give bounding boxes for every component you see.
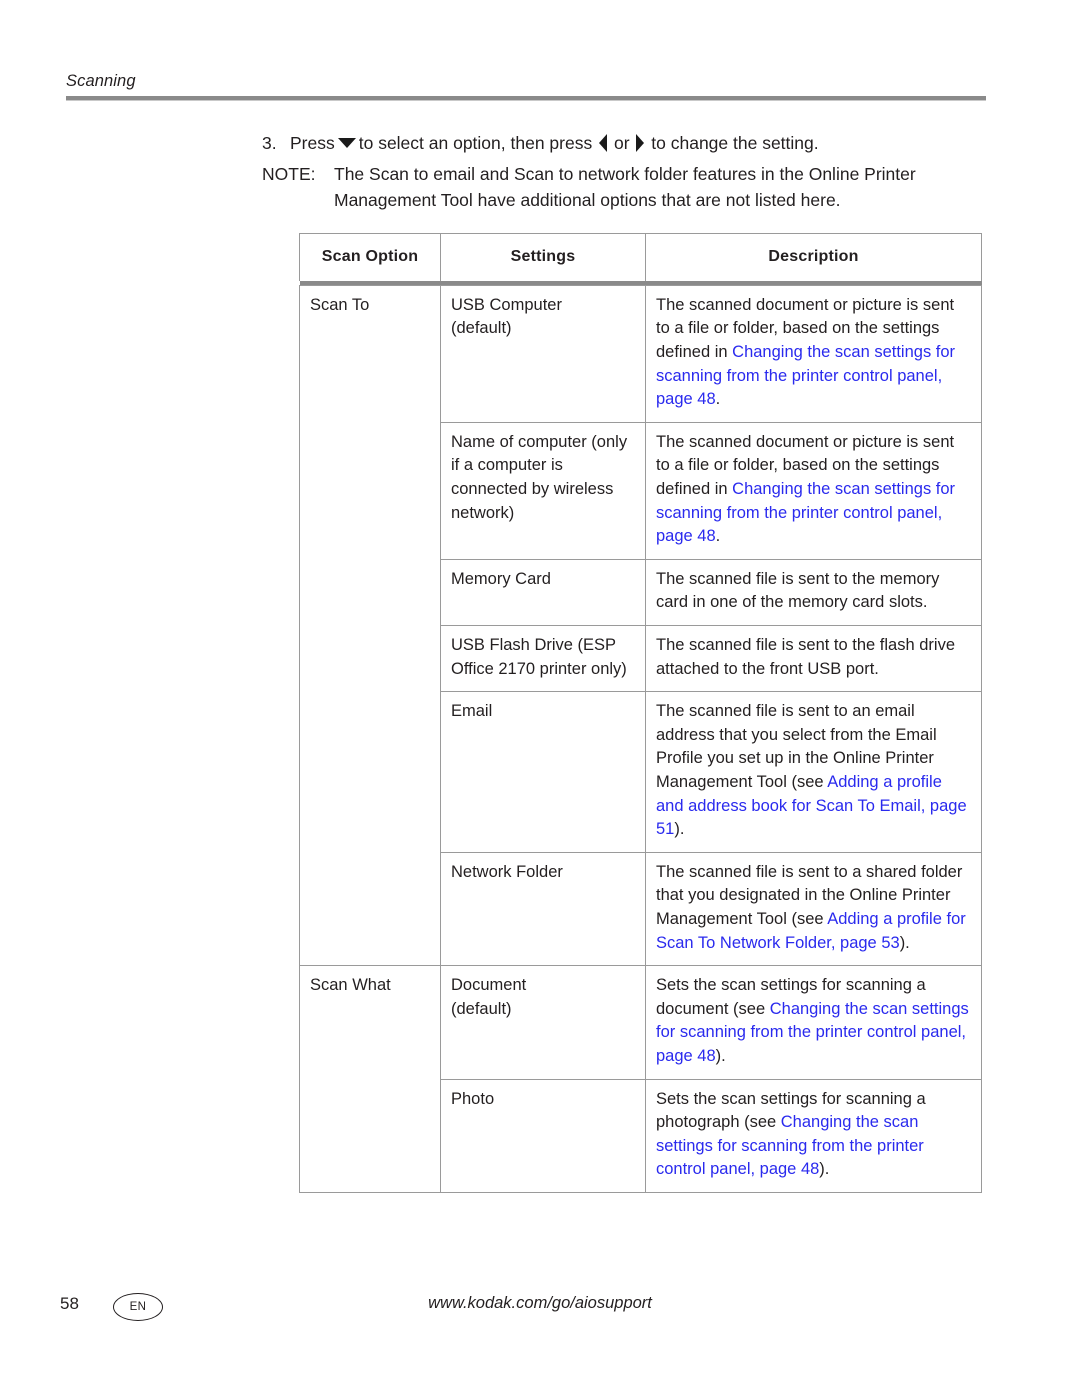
table-body: Scan To USB Computer (default) The scanned… [299,284,982,1193]
table-head: Scan Option Settings Description [299,232,982,286]
cell-setting: Email [440,691,646,853]
header-divider-rule [66,96,986,101]
cell-setting: Name of computer (only if a computer is … [440,421,646,560]
scan-options-table: Scan Option Settings Description Scan To… [299,232,982,1193]
description-text: The scanned file is sent to the memory c… [656,569,940,612]
cell-description: Sets the scan settings for scanning a ph… [645,1078,982,1193]
cell-setting: USB Flash Drive (ESP Office 2170 printer… [440,624,646,693]
cell-description: The scanned file is sent to the memory c… [645,558,982,627]
note-text: The Scan to email and Scan to network fo… [334,163,916,211]
step-number: 3. [262,133,277,153]
cell-scan-option: Scan What [299,965,441,1193]
note-line: NOTE: The Scan to email and Scan to netw… [262,161,992,214]
description-text: The scanned file is sent to the flash dr… [656,636,955,678]
description-text-tail: ). [715,1046,726,1065]
cell-setting: USB Computer (default) [440,284,646,423]
description-text-tail: ). [819,1160,830,1179]
step-3-line: 3. Press to select an option, then press … [262,130,992,157]
cell-setting: Memory Card [440,558,646,627]
cell-setting: Photo [440,1078,646,1193]
running-head-title: Scanning [66,72,136,90]
description-text-tail: ). [674,820,685,839]
support-url: www.kodak.com/go/aiosupport [428,1294,652,1312]
document-page: Scanning 3. Press to select an option, th… [0,0,1080,1397]
cell-description: The scanned file is sent to a shared fol… [645,851,982,967]
triangle-left-icon [599,134,608,152]
step-text: Press to select an option, then press or … [290,130,992,157]
cell-description: Sets the scan settings for scanning a do… [645,965,982,1080]
description-text-tail: . [715,390,721,409]
cell-description: The scanned document or picture is sent … [645,284,982,423]
cell-setting: Document (default) [440,965,646,1080]
triangle-down-icon [337,138,356,148]
triangle-right-icon [636,134,645,152]
step-text-middle: to select an option, then press [358,133,593,153]
table-row: Scan To USB Computer (default) The scanned… [299,284,982,967]
table-header-row: Scan Option Settings Description [299,232,982,281]
step-text-before: Press [290,133,335,153]
step-text-end: to change the setting. [651,133,819,153]
column-header-description: Description [645,232,982,281]
cell-description: The scanned file is sent to an email add… [645,691,982,853]
running-head: Scanning [66,72,986,91]
intro-block: 3. Press to select an option, then press … [262,130,992,214]
description-text-tail: ). [899,933,910,952]
column-header-settings: Settings [440,232,646,281]
note-label: NOTE: [262,163,316,184]
cell-description: The scanned file is sent to the flash dr… [645,624,982,693]
page-footer: 58 EN www.kodak.com/go/aiosupport [0,1288,1080,1328]
cell-scan-option: Scan To [299,284,441,967]
step-text-or: or [613,133,630,153]
cell-description: The scanned document or picture is sent … [645,421,982,560]
table-row: Scan What Document (default) Sets the scan… [299,965,982,1193]
description-text-tail: . [715,527,721,546]
column-header-scan-option: Scan Option [299,232,441,281]
cell-setting: Network Folder [440,851,646,967]
